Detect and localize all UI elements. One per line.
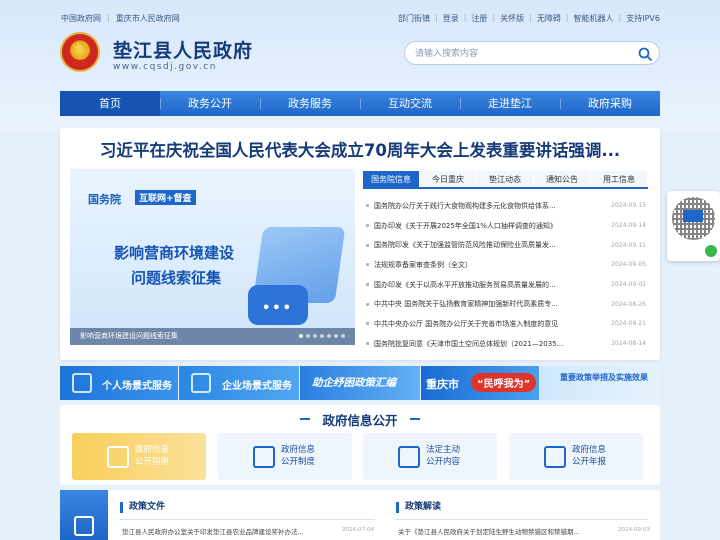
divider: | [107,13,110,22]
title-decoration [410,418,420,420]
divider [396,519,648,520]
item-date: 2024-09-03 [618,527,650,533]
headline-link[interactable]: 习近平在庆祝全国人民代表大会成立70周年大会上发表重要讲话强调... [60,137,660,161]
news-list: 国务院办公厅关于践行大食物观构建多元化食物供给体系... 2024-09-15 国… [366,196,646,354]
search-input[interactable] [415,46,625,62]
item-date: 2024-07-04 [342,527,374,533]
national-emblem-icon: ★ [62,34,98,70]
ellipsis-icon: ••• [262,301,293,316]
pager-dot[interactable] [327,334,331,338]
list-item[interactable]: 国办印发《关于以高水平开放推动服务贸易高质量发展的... 2024-09-02 [366,275,646,295]
list-item[interactable]: 中共中央办公厅 国务院办公厅关于完善市场准入制度的意见 2024-08-21 [366,314,646,334]
guide-icon [107,446,129,468]
policy-effect-banner[interactable]: 重要政策举措及实施效果 [540,366,660,400]
card-annual-report[interactable]: 政府信息 公开年报 [509,433,643,480]
personal-service-banner[interactable]: 个人场景式服务 [60,366,178,400]
divider: | [435,13,438,22]
link-care-version[interactable]: 关怀版 [500,13,524,24]
tab-state-council[interactable]: 国务院信息 [363,171,420,187]
pager-dot[interactable] [299,334,303,338]
nav-gov-services[interactable]: 政务服务 [260,91,360,116]
bullet-icon [366,283,369,287]
banner-tag: 互联网+督查 [135,190,196,205]
carousel-banner[interactable]: 国务院 互联网+督查 ••• 影响营商环境建设 问题线索征集 影响营商环境建设问… [70,169,355,345]
bullet-icon [366,263,369,267]
pager-dot[interactable] [334,334,338,338]
list-icon [398,446,420,468]
policy-docs-title[interactable]: 政策文件 [120,502,165,513]
link-login[interactable]: 登录 [443,13,459,24]
search-box [404,41,660,65]
pager-dot[interactable] [341,334,345,338]
bullet-icon [366,322,369,326]
top-links-left: 中国政府网 | 重庆市人民政府网 [61,13,180,24]
top-links-right: 部门街镇 | 登录 | 注册 | 关怀版 | 无障碍 | 智能机器人 | 支持I… [398,13,660,24]
carousel-pager [299,334,345,338]
nav-home[interactable]: 首页 [60,91,160,116]
bullet-icon [366,204,369,208]
divider: | [529,13,532,22]
list-item[interactable]: 垫江县人民政府办公室关于印发垫江县农业品牌建设奖补办法... [122,526,337,536]
link-gov-cn[interactable]: 中国政府网 [61,13,101,24]
card-disclosure-guide[interactable]: 政府信息 公开指南 [72,433,206,480]
news-tabs: 国务院信息 今日重庆 垫江动态 通知公告 用工信息 [363,171,648,189]
link-departments[interactable]: 部门街镇 [398,13,430,24]
qr-code-float[interactable] [667,191,720,261]
pager-dot[interactable] [313,334,317,338]
nav-gov-affairs-open[interactable]: 政务公开 [160,91,260,116]
calendar-icon [544,446,566,468]
list-item[interactable]: 中共中央 国务院关于弘扬教育家精神加强新时代高素质专... 2024-08-26 [366,294,646,314]
divider: | [565,13,569,22]
site-domain: www.cqsdj.gov.cn [113,62,217,72]
link-cq-gov[interactable]: 重庆市人民政府网 [116,13,180,24]
tab-dianjiang-news[interactable]: 垫江动态 [477,171,534,187]
bullet-icon [366,302,369,306]
banner-org: 国务院 [88,193,121,206]
policy-side-tab[interactable] [60,490,108,540]
site-title[interactable]: 垫江县人民政府 [113,36,253,63]
relief-policy-banner[interactable]: 助企纾困政策汇编 [300,366,420,400]
card-statutory-content[interactable]: 法定主动 公开内容 [363,433,497,480]
list-item[interactable]: 国务院印发《关于加强监管防范风险推动保险业高质量发... 2024-09-11 [366,235,646,255]
banner-headline-2: 问题线索征集 [131,269,222,287]
list-item[interactable]: 国务院办公厅关于践行大食物观构建多元化食物供给体系... 2024-09-15 [366,196,646,216]
nav-about-dianjiang[interactable]: 走进垫江 [460,91,560,116]
main-nav: 首页 政务公开 政务服务 互动交流 走进垫江 政府采购 [60,91,660,116]
wechat-icon [705,245,717,257]
list-item[interactable]: 法规规章备案审查条例（全文） 2024-09-05 [366,255,646,275]
pager-dot[interactable] [320,334,324,338]
nav-interaction[interactable]: 互动交流 [360,91,460,116]
list-item[interactable]: 国办印发《关于开展2025年全国1%人口抽样调查的通知》 2024-09-14 [366,216,646,236]
policy-interpretation-title[interactable]: 政策解读 [396,502,441,513]
bullet-icon [366,224,369,228]
banner-headline-1: 影响营商环境建设 [114,244,235,262]
bullet-icon [366,243,369,247]
search-icon[interactable] [637,46,653,62]
list-item[interactable]: 国务院批复同意《天津市国土空间总体规划（2021—2035... 2024-08-… [366,334,646,354]
list-item[interactable]: 关于《垫江县人民政府关于划定陆生野生动物禁猎区和禁猎期... [398,526,613,536]
cq-minhu-banner[interactable]: 重庆市 “民呼我为” [421,366,539,400]
qr-badge [683,210,703,222]
card-disclosure-system[interactable]: 政府信息 公开制度 [218,433,352,480]
document-icon [74,516,94,536]
divider: | [463,13,467,22]
document-icon [253,446,275,468]
divider [120,519,375,520]
building-icon [191,373,211,393]
bullet-icon [366,342,369,346]
nav-procurement[interactable]: 政府采购 [560,91,660,116]
divider: | [492,13,496,22]
enterprise-service-banner[interactable]: 企业场景式服务 [179,366,299,400]
section-title: 政府信息公开 [322,413,398,428]
link-accessibility[interactable]: 无障碍 [537,13,561,24]
divider: | [618,13,622,22]
link-robot[interactable]: 智能机器人 [574,13,614,24]
ipv6-label: 支持IPV6 [626,14,660,23]
tab-notices[interactable]: 通知公告 [534,171,591,187]
tab-today-chongqing[interactable]: 今日重庆 [420,171,477,187]
link-register[interactable]: 注册 [471,13,487,24]
person-icon [72,373,92,393]
pager-dot[interactable] [306,334,310,338]
tab-jobs[interactable]: 用工信息 [591,171,648,187]
